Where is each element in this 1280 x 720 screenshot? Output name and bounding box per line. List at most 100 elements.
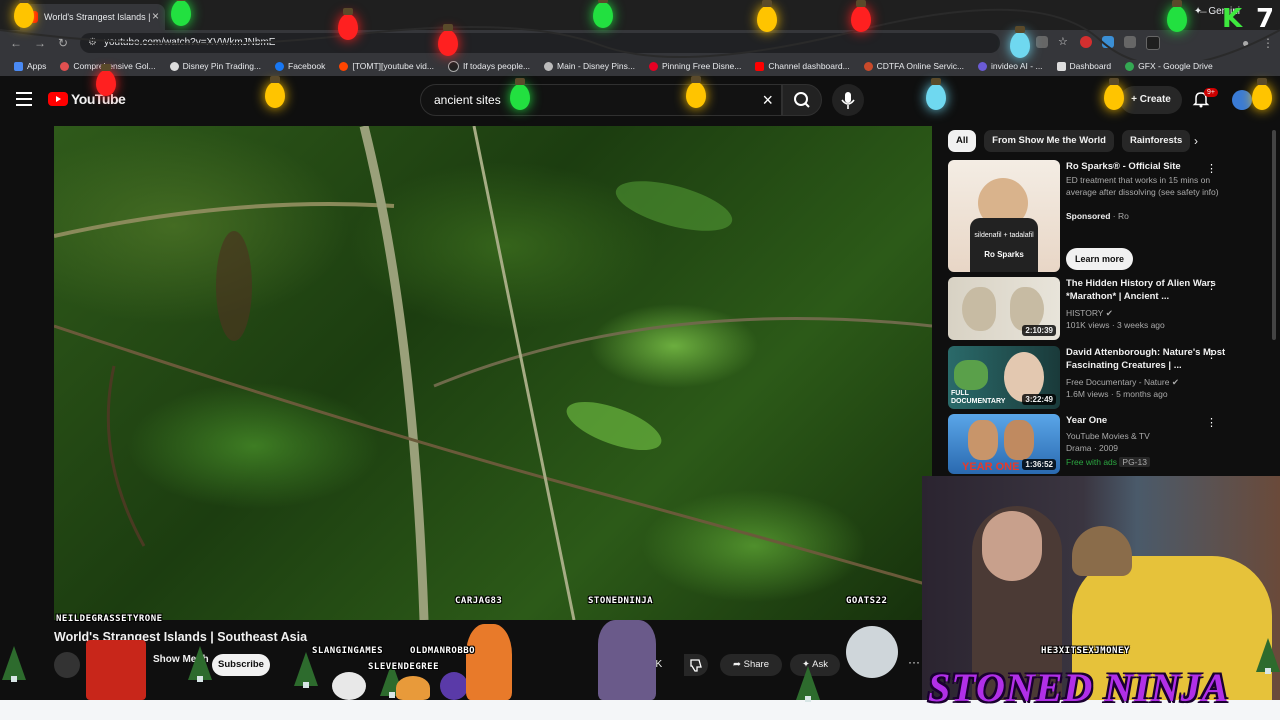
video-duration: 3:22:49 bbox=[1022, 394, 1056, 405]
rec-thumbnail[interactable]: YEAR ONE 1:36:52 bbox=[948, 414, 1060, 474]
recommended-movie[interactable]: YEAR ONE 1:36:52 Year One YouTube Movies… bbox=[948, 414, 1248, 476]
rec-thumbnail[interactable]: 2:10:39 bbox=[948, 277, 1060, 340]
bookmark-item[interactable]: Dashboard bbox=[1056, 61, 1112, 71]
chip-from-channel[interactable]: From Show Me the World bbox=[984, 130, 1114, 152]
voice-search-button[interactable] bbox=[832, 84, 864, 116]
rec-title[interactable]: Ro Sparks® - Official Site bbox=[1066, 160, 1226, 173]
youtube-play-icon bbox=[48, 92, 68, 106]
learn-more-button[interactable]: Learn more bbox=[1066, 248, 1134, 270]
bookmark-apps[interactable]: Apps bbox=[14, 61, 46, 71]
search-button[interactable] bbox=[782, 84, 822, 116]
ad-sponsor-line: Sponsored · Ro bbox=[1066, 210, 1226, 222]
free-with-ads-badge: Free with ads bbox=[1066, 457, 1118, 467]
ad-description: ED treatment that works in 15 mins on av… bbox=[1066, 175, 1219, 197]
share-button[interactable]: ➦ Share bbox=[720, 654, 782, 676]
clear-search-icon[interactable]: × bbox=[762, 90, 773, 111]
full-documentary-label: FULL DOCUMENTARY bbox=[951, 390, 1006, 405]
channel-label: Free Documentary - Nature bbox=[1066, 377, 1170, 387]
dislike-button[interactable] bbox=[684, 654, 708, 676]
recommended-video[interactable]: 2:10:39 The Hidden History of Alien Wars… bbox=[948, 277, 1248, 341]
light-bulb-yellow bbox=[1252, 78, 1272, 110]
chevron-right-icon[interactable]: › bbox=[1194, 134, 1198, 148]
viewer-name: NEILDEGRASSETYRONE bbox=[56, 614, 163, 624]
ad-shirt-text: sildenafil + tadalafil bbox=[974, 232, 1034, 239]
chip-all[interactable]: All bbox=[948, 130, 977, 152]
bookmark-item[interactable]: Main - Disney Pins... bbox=[544, 61, 635, 71]
bookmark-item[interactable]: invideo AI - ... bbox=[978, 61, 1043, 71]
channel-avatar[interactable] bbox=[54, 652, 80, 678]
ufo-sprite bbox=[846, 626, 898, 678]
rec-meta: 1.6M views · 5 months ago bbox=[1066, 389, 1168, 399]
viewer-name: OLDMANROBBO bbox=[410, 646, 476, 656]
christmas-lights-wire bbox=[0, 8, 1280, 60]
bookmark-item[interactable]: CDTFA Online Servic... bbox=[863, 61, 965, 71]
thumbs-down-icon bbox=[690, 659, 702, 672]
light-bulb-red bbox=[96, 64, 116, 96]
light-bulb-yellow bbox=[265, 76, 285, 108]
viewer-name: SLANGINGAMES bbox=[312, 646, 384, 656]
more-actions-button[interactable]: ··· bbox=[908, 655, 920, 669]
facebook-icon bbox=[275, 61, 285, 71]
bookmark-item[interactable]: Channel dashboard... bbox=[755, 61, 850, 71]
rec-title[interactable]: Year One bbox=[1066, 414, 1226, 427]
goku-sprite bbox=[466, 624, 512, 700]
create-button[interactable]: + Create bbox=[1120, 86, 1182, 114]
channel-label: HISTORY bbox=[1066, 308, 1104, 318]
bookmark-favicon-icon bbox=[978, 61, 988, 71]
hamburger-menu-icon[interactable] bbox=[16, 92, 32, 106]
sponsored-label: Sponsored bbox=[1066, 211, 1111, 221]
more-vert-icon[interactable]: ⋮ bbox=[1206, 162, 1217, 175]
actor-face-left bbox=[968, 420, 998, 460]
video-player[interactable] bbox=[54, 126, 932, 620]
bookmark-item[interactable]: [TOMT][youtube vid... bbox=[339, 61, 434, 71]
recommended-video[interactable]: FULL DOCUMENTARY 3:22:49 David Attenboro… bbox=[948, 346, 1248, 410]
bookmark-item[interactable]: If todays people... bbox=[447, 60, 531, 72]
pine-tree-icon bbox=[188, 646, 212, 682]
bookmark-label: If todays people... bbox=[462, 61, 531, 71]
share-label: Share bbox=[743, 659, 769, 670]
viewer-name: STONEDNINJA bbox=[588, 596, 654, 606]
alien-relief-left bbox=[962, 287, 996, 331]
pine-tree-icon bbox=[1256, 638, 1280, 674]
youtube-wordmark: YouTube bbox=[71, 91, 126, 107]
ad-shirt bbox=[970, 218, 1038, 272]
rec-thumbnail[interactable]: FULL DOCUMENTARY 3:22:49 bbox=[948, 346, 1060, 409]
bookmark-favicon-icon bbox=[544, 61, 554, 71]
filter-chips: All From Show Me the World Rainforests bbox=[948, 130, 1191, 152]
search-icon bbox=[794, 92, 810, 108]
rec-title[interactable]: The Hidden History of Alien Wars *Marath… bbox=[1066, 277, 1226, 303]
bookmark-label: Dashboard bbox=[1069, 61, 1112, 71]
bookmark-item[interactable]: Facebook bbox=[275, 61, 325, 71]
burger-sprite bbox=[396, 676, 430, 700]
subscribe-button[interactable]: Subscribe bbox=[212, 654, 270, 676]
youtube-icon bbox=[755, 61, 765, 71]
youtube-logo[interactable]: YouTube bbox=[48, 91, 126, 107]
bookmark-item[interactable]: GFX - Google Drive bbox=[1125, 61, 1213, 71]
video-branches bbox=[54, 126, 932, 620]
streamer-left-face bbox=[982, 511, 1042, 581]
light-bulb-red bbox=[438, 24, 458, 56]
more-vert-icon[interactable]: ⋮ bbox=[1206, 416, 1217, 429]
google-drive-icon bbox=[1125, 61, 1135, 71]
bookmark-label: CDTFA Online Servic... bbox=[876, 61, 965, 71]
pine-tree-icon bbox=[796, 666, 820, 702]
red-knight-sprite bbox=[86, 640, 146, 700]
more-vert-icon[interactable]: ⋮ bbox=[1206, 279, 1217, 292]
rec-channel: YouTube Movies & TV bbox=[1066, 431, 1150, 441]
chip-rainforests[interactable]: Rainforests bbox=[1121, 130, 1191, 152]
light-bulb-green bbox=[171, 0, 191, 26]
sidebar-scrollbar[interactable] bbox=[1272, 130, 1276, 340]
search-input[interactable]: ancient sites × bbox=[420, 84, 782, 116]
bookmark-item[interactable]: Disney Pin Trading... bbox=[169, 61, 261, 71]
viewer-name: HE3XITSEXJMONEY bbox=[1041, 646, 1130, 656]
more-vert-icon[interactable]: ⋮ bbox=[1206, 348, 1217, 361]
rec-meta: Drama · 2009 bbox=[1066, 443, 1118, 453]
rec-channel: HISTORY ✔ bbox=[1066, 307, 1226, 319]
rec-badges: Free with ads PG-13 bbox=[1066, 456, 1226, 468]
rec-title[interactable]: David Attenborough: Nature's Most Fascin… bbox=[1066, 346, 1226, 372]
sponsored-ad[interactable]: sildenafil + tadalafil Ro Sparks Ro Spar… bbox=[948, 160, 1248, 272]
ad-thumbnail[interactable]: sildenafil + tadalafil Ro Sparks bbox=[948, 160, 1060, 272]
bookmark-item[interactable]: Pinning Free Disne... bbox=[649, 61, 741, 71]
light-bulb-blue bbox=[926, 78, 946, 110]
account-avatar[interactable] bbox=[1232, 90, 1252, 110]
